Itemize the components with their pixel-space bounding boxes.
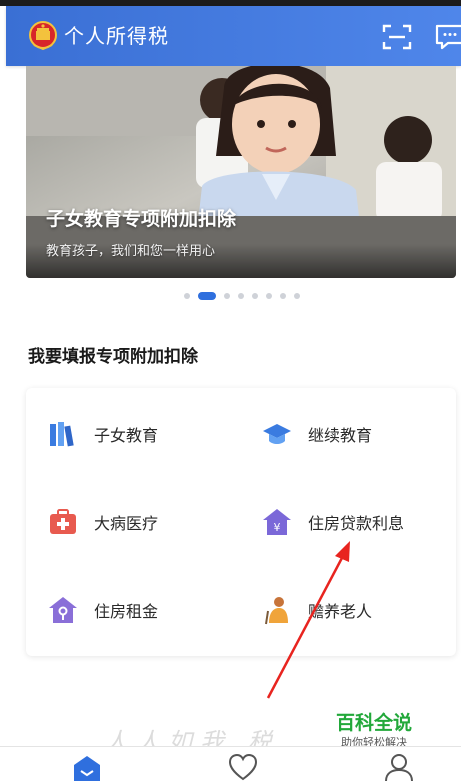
annotation-arrow: [266, 541, 350, 699]
bottom-tab-bar: [0, 746, 461, 781]
watermark-logo: 百科全说: [336, 712, 413, 734]
favorites-icon[interactable]: [228, 753, 258, 781]
profile-icon[interactable]: [384, 753, 414, 781]
home-icon[interactable]: [72, 753, 102, 781]
